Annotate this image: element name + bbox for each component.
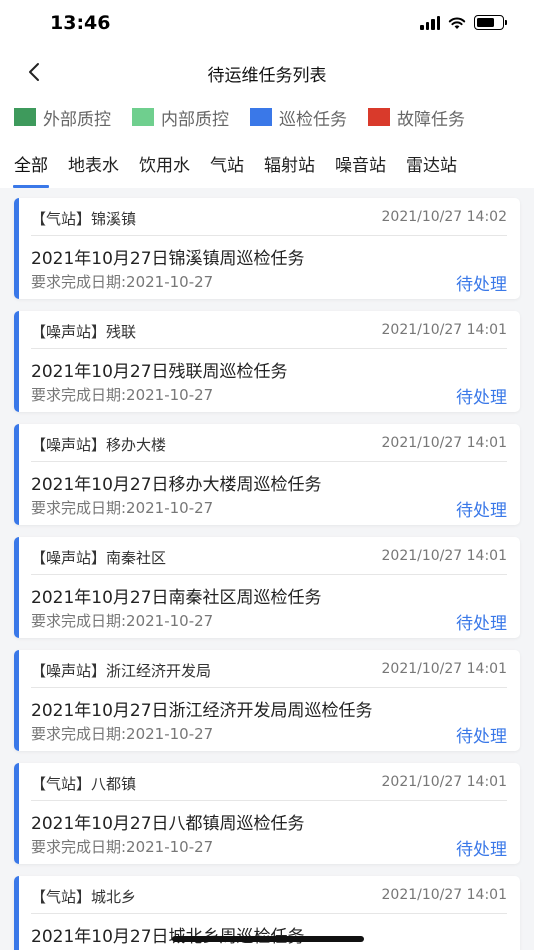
legend-label: 巡检任务 [279,109,347,130]
tab-4[interactable]: 辐射站 [264,140,315,188]
task-title: 2021年10月27日移办大楼周巡检任务 [31,475,322,495]
task-type-bar [14,537,19,638]
task-type-bar [14,198,19,299]
page-title: 待运维任务列表 [207,66,327,86]
task-card-header: 【噪声站】浙江经济开发局 2021/10/27 14:01 [31,658,507,688]
task-title: 2021年10月27日锦溪镇周巡检任务 [31,249,305,269]
wifi-icon [448,17,466,29]
tab-3[interactable]: 气站 [210,140,244,188]
task-time: 2021/10/27 14:01 [381,887,508,903]
task-card[interactable]: 【噪声站】浙江经济开发局 2021/10/27 14:01 2021年10月27日浙… [14,650,520,751]
category-tabs: 全部 地表水 饮用水 气站 辐射站 噪音站 雷达站 [0,140,534,188]
tab-1[interactable]: 地表水 [68,140,119,188]
task-card[interactable]: 【气站】锦溪镇 2021/10/27 14:02 2021年10月27日锦溪镇周巡检… [14,198,520,299]
tab-6[interactable]: 雷达站 [406,140,457,188]
home-indicator [172,936,364,942]
task-due-date: 要求完成日期:2021-10-27 [31,386,214,404]
task-due-date: 要求完成日期:2021-10-27 [31,838,214,856]
task-station: 【气站】八都镇 [31,775,137,793]
task-due-date: 要求完成日期:2021-10-27 [31,273,214,291]
task-title: 2021年10月27日残联周巡检任务 [31,362,288,382]
task-title: 2021年10月27日八都镇周巡检任务 [31,814,305,834]
task-status[interactable]: 待处理 [456,835,507,860]
task-card-header: 【气站】城北乡 2021/10/27 14:01 [31,884,507,914]
cellular-signal-icon [420,15,440,30]
task-type-bar [14,876,19,950]
task-station: 【气站】城北乡 [31,888,137,906]
status-time: 13:46 [50,12,111,34]
tab-5[interactable]: 噪音站 [335,140,386,188]
legend-swatch [14,108,36,126]
task-time: 2021/10/27 14:01 [381,548,508,564]
task-card-header: 【噪声站】南秦社区 2021/10/27 14:01 [31,545,507,575]
task-card-header: 【噪声站】移办大楼 2021/10/27 14:01 [31,432,507,462]
task-station: 【噪声站】移办大楼 [31,436,167,454]
task-title: 2021年10月27日浙江经济开发局周巡检任务 [31,701,373,721]
legend-label: 故障任务 [397,109,465,130]
task-type-bar [14,311,19,412]
task-time: 2021/10/27 14:01 [381,322,508,338]
legend-label: 外部质控 [43,109,111,130]
legend-item: 故障任务 [368,105,465,130]
task-type-bar [14,650,19,751]
task-title: 2021年10月27日南秦社区周巡检任务 [31,588,322,608]
legend-swatch [368,108,390,126]
task-card-header: 【噪声站】残联 2021/10/27 14:01 [31,319,507,349]
legend-swatch [250,108,272,126]
task-station: 【噪声站】残联 [31,323,137,341]
legend: 外部质控 内部质控 巡检任务 故障任务 [0,94,534,140]
task-time: 2021/10/27 14:01 [381,774,508,790]
task-list: 【气站】锦溪镇 2021/10/27 14:02 2021年10月27日锦溪镇周巡检… [14,198,520,950]
legend-swatch [132,108,154,126]
nav-bar: 待运维任务列表 [0,50,534,94]
legend-item: 内部质控 [132,105,229,130]
task-due-date: 要求完成日期:2021-10-27 [31,725,214,743]
legend-item: 外部质控 [14,105,111,130]
task-card[interactable]: 【气站】八都镇 2021/10/27 14:01 2021年10月27日八都镇周巡检… [14,763,520,864]
tab-0[interactable]: 全部 [13,140,49,188]
task-status[interactable]: 待处理 [456,496,507,521]
task-time: 2021/10/27 14:01 [381,661,508,677]
task-station: 【噪声站】浙江经济开发局 [31,662,212,680]
task-card-header: 【气站】锦溪镇 2021/10/27 14:02 [31,206,507,236]
task-card-header: 【气站】八都镇 2021/10/27 14:01 [31,771,507,801]
task-type-bar [14,763,19,864]
task-status[interactable]: 待处理 [456,609,507,634]
task-station: 【噪声站】南秦社区 [31,549,167,567]
task-status[interactable]: 待处理 [456,270,507,295]
task-time: 2021/10/27 14:01 [381,435,508,451]
task-status[interactable]: 待处理 [456,383,507,408]
task-type-bar [14,424,19,525]
task-status[interactable]: 待处理 [456,722,507,747]
task-title: 2021年10月27日城北乡周巡检任务 [31,927,305,947]
status-bar: 13:46 [0,0,534,50]
task-card[interactable]: 【噪声站】残联 2021/10/27 14:01 2021年10月27日残联周巡检任… [14,311,520,412]
legend-item: 巡检任务 [250,105,347,130]
status-icons [420,15,507,30]
task-due-date: 要求完成日期:2021-10-27 [31,499,214,517]
legend-label: 内部质控 [161,109,229,130]
task-due-date: 要求完成日期:2021-10-27 [31,612,214,630]
tab-2[interactable]: 饮用水 [139,140,190,188]
task-station: 【气站】锦溪镇 [31,210,137,228]
task-time: 2021/10/27 14:02 [381,209,508,225]
battery-icon [474,15,507,30]
task-card[interactable]: 【噪声站】南秦社区 2021/10/27 14:01 2021年10月27日南秦社区… [14,537,520,638]
task-card[interactable]: 【噪声站】移办大楼 2021/10/27 14:01 2021年10月27日移办大楼… [14,424,520,525]
